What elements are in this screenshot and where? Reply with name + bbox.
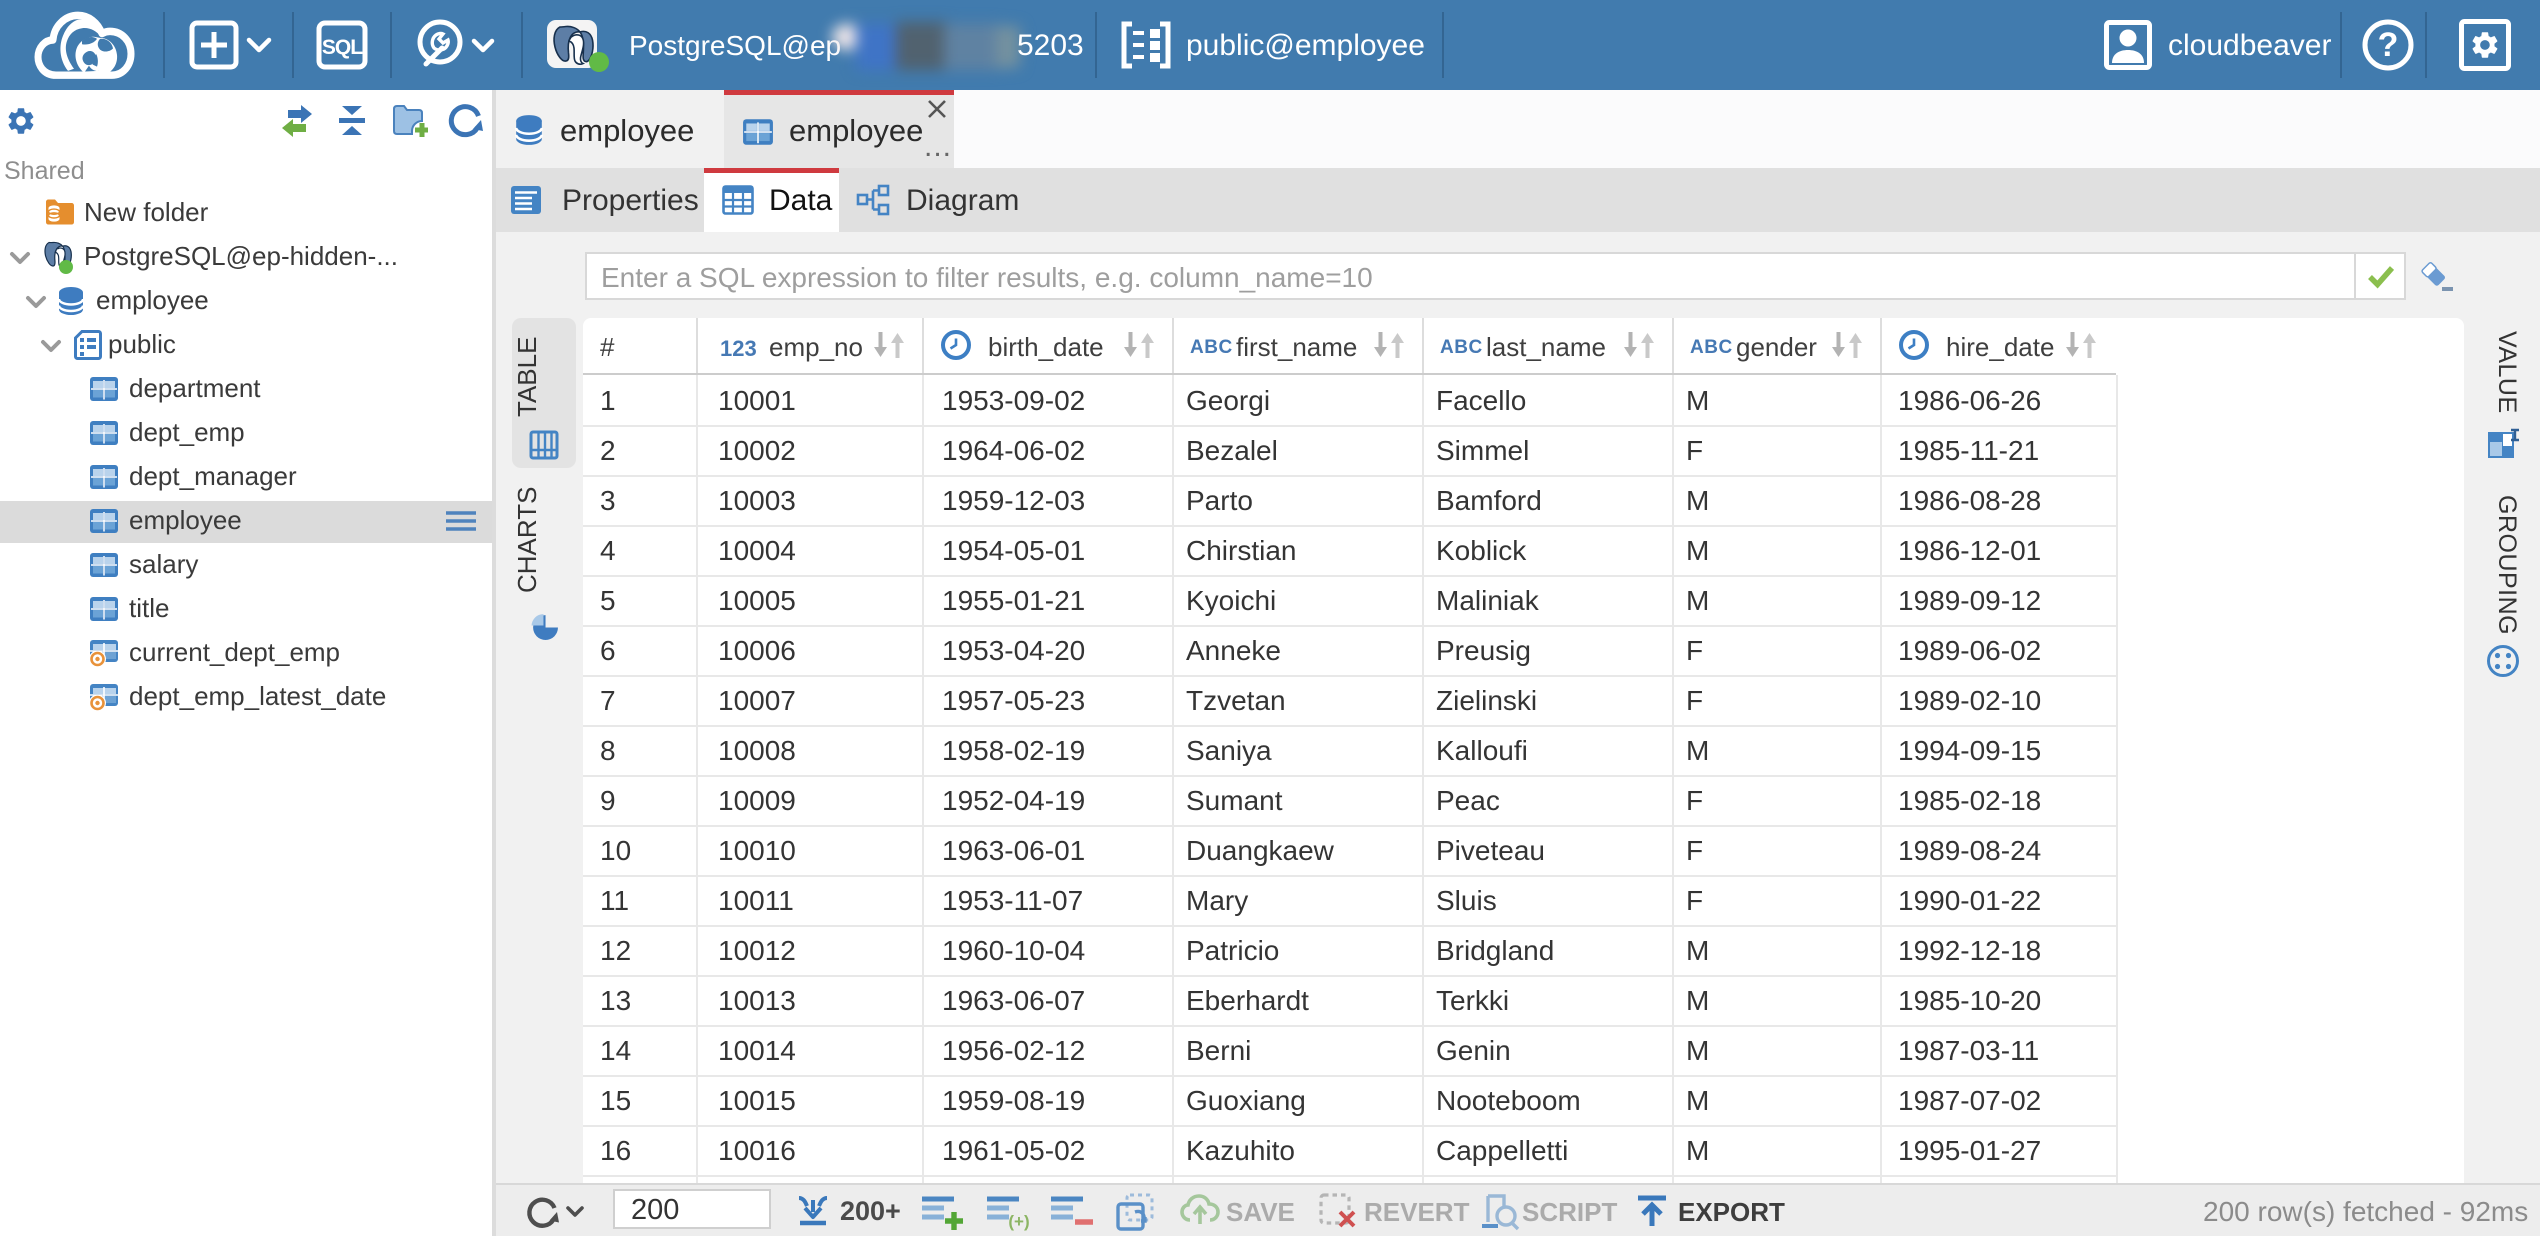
svg-text:SQL: SQL	[322, 36, 363, 59]
svg-text:?: ?	[2378, 26, 2399, 64]
svg-text:(+): (+)	[1008, 1212, 1029, 1231]
